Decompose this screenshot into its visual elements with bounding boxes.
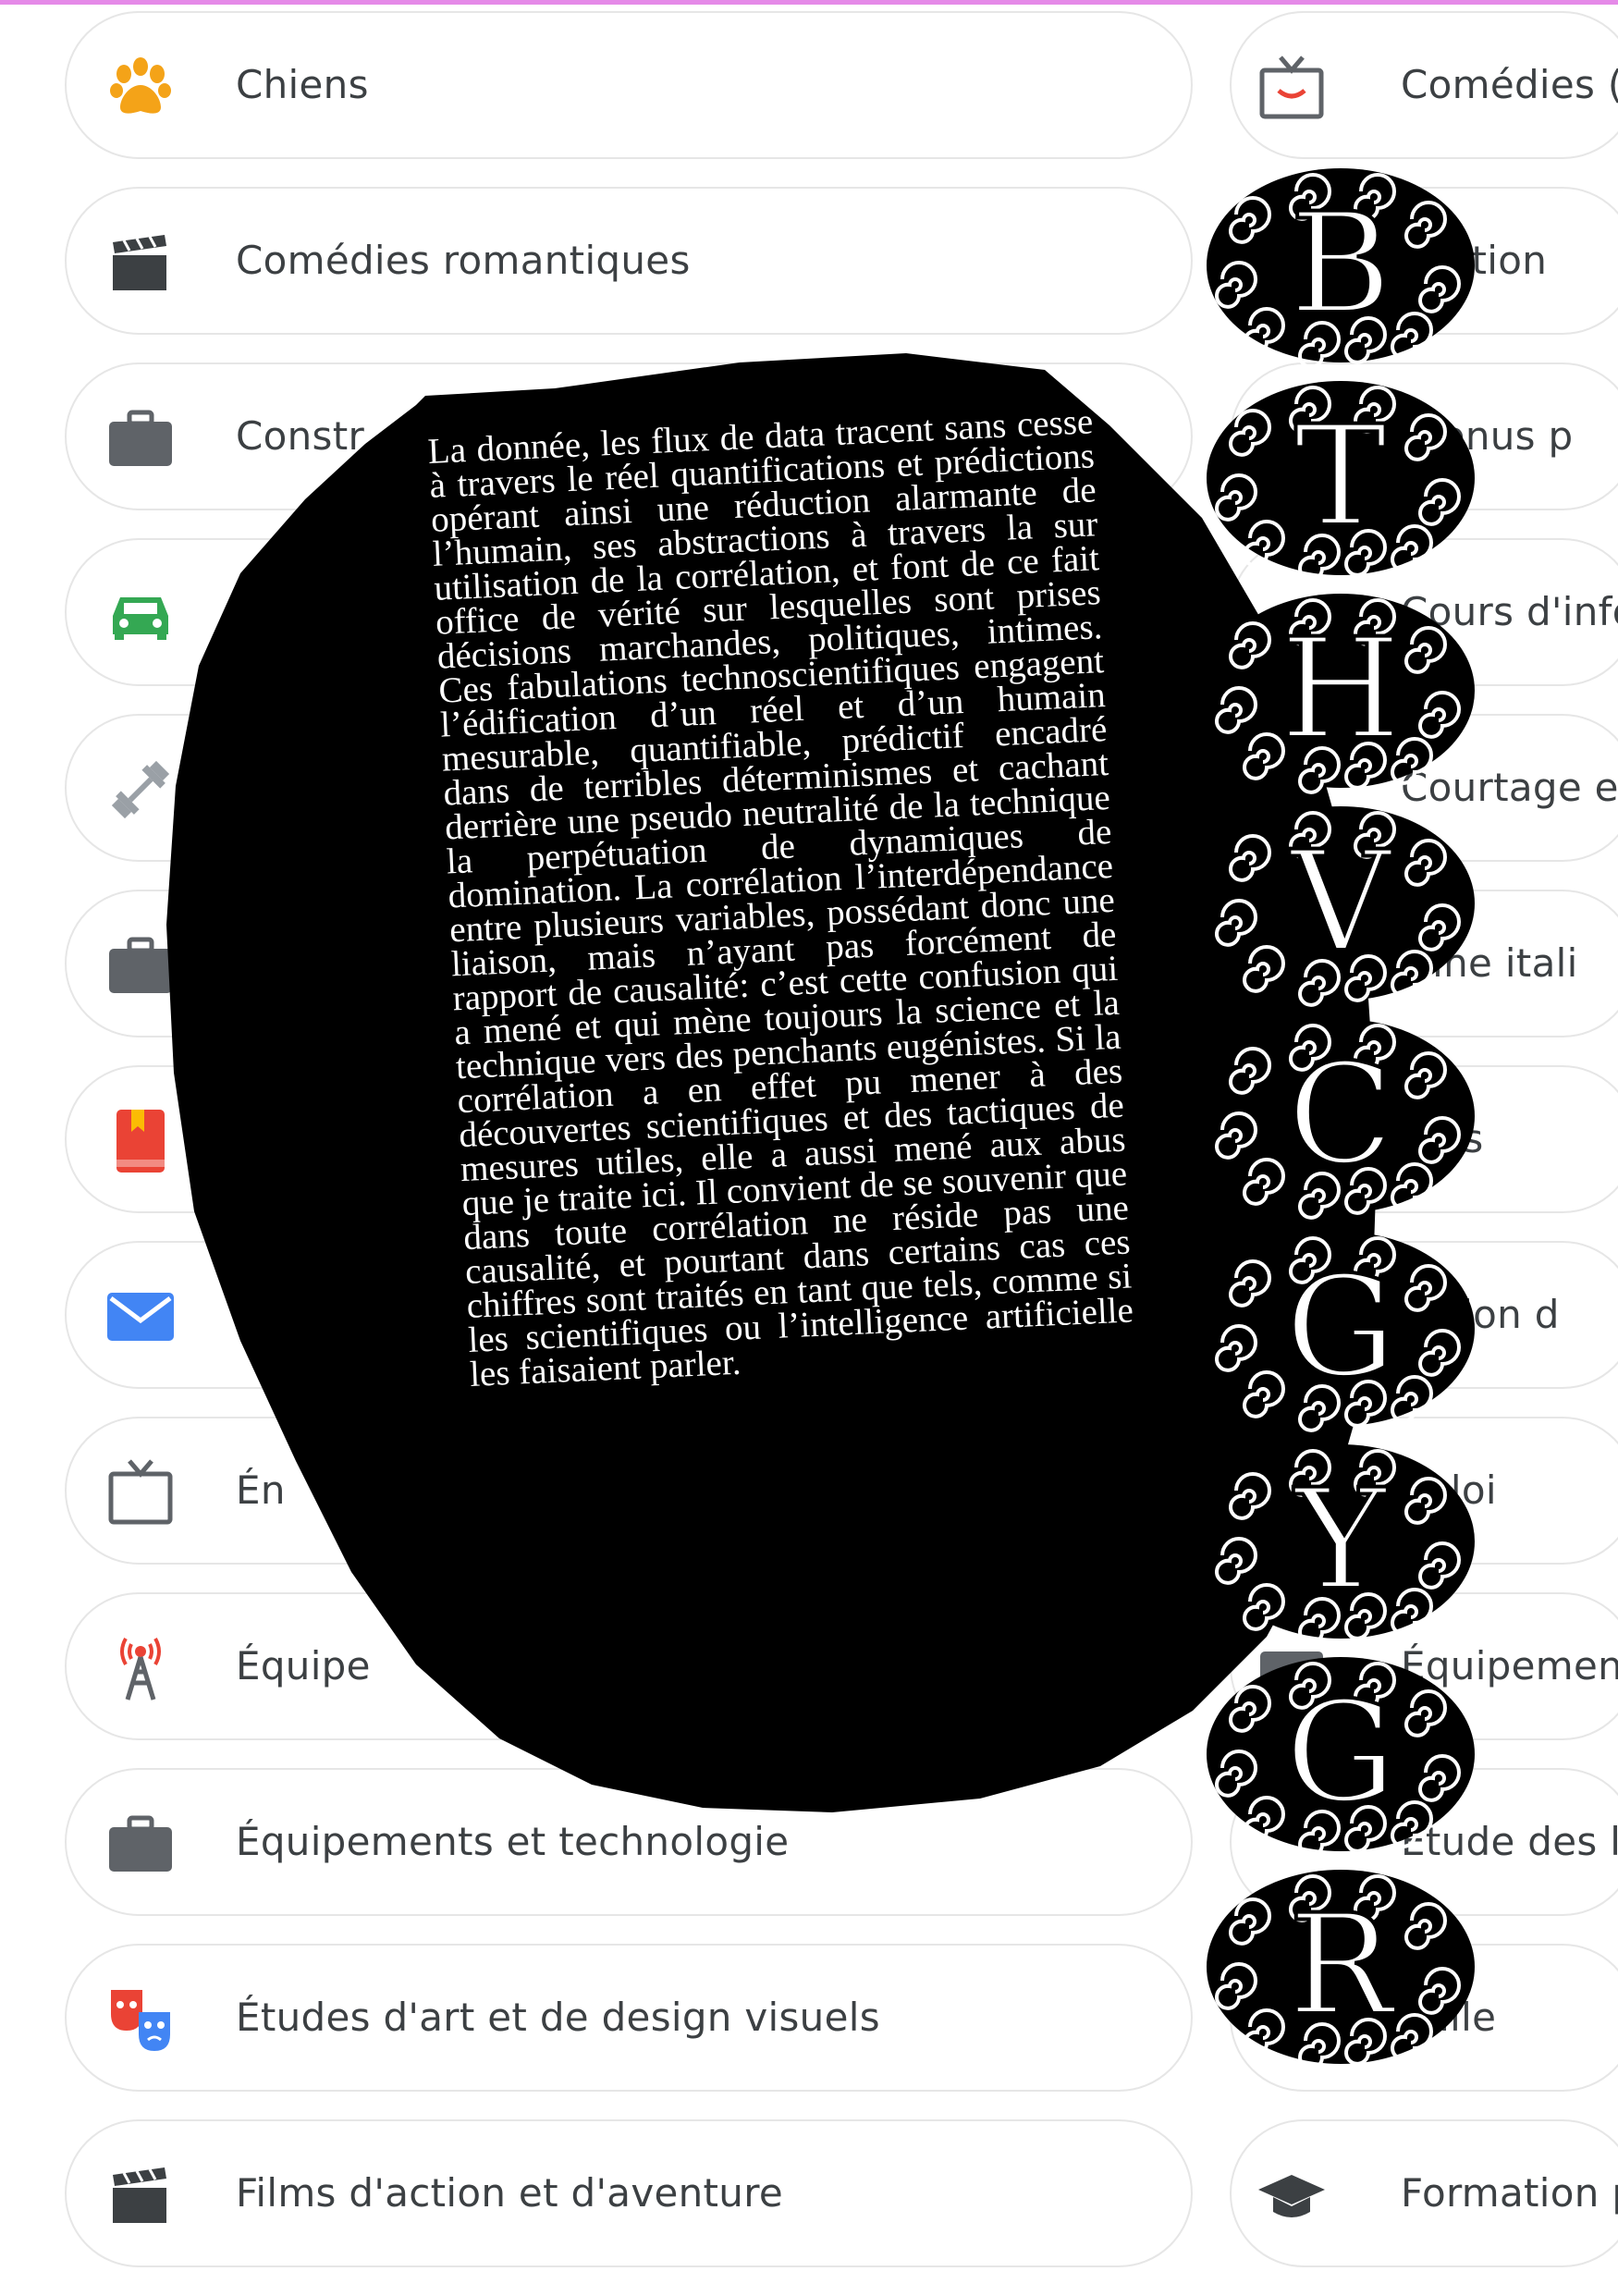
swirl-badge: T <box>1207 381 1475 582</box>
swirl-badge-letter: Y <box>1293 1460 1388 1621</box>
swirl-letter-badges: BTHVCGYGR <box>1207 168 1475 2070</box>
swirl-badge: H <box>1207 594 1475 794</box>
swirl-badge: C <box>1207 1019 1475 1220</box>
swirl-badge: G <box>1207 1657 1475 1858</box>
swirl-badge-letter: B <box>1290 184 1391 345</box>
swirl-badge-letter: R <box>1289 1885 1397 2046</box>
swirl-badge-letter: C <box>1288 1035 1394 1196</box>
swirl-badge-letter: G <box>1285 1247 1396 1408</box>
swirl-badge-letter: G <box>1285 1673 1396 1834</box>
swirl-badge: G <box>1207 1232 1475 1432</box>
swirl-badge-letter: T <box>1294 397 1387 558</box>
swirl-badge: B <box>1207 168 1475 369</box>
swirl-badge-letter: H <box>1281 609 1402 770</box>
swirl-badge: R <box>1207 1870 1475 2070</box>
swirl-badge: Y <box>1207 1444 1475 1645</box>
swirl-badge: V <box>1207 806 1475 1007</box>
swirl-badge-letter: V <box>1289 822 1393 983</box>
